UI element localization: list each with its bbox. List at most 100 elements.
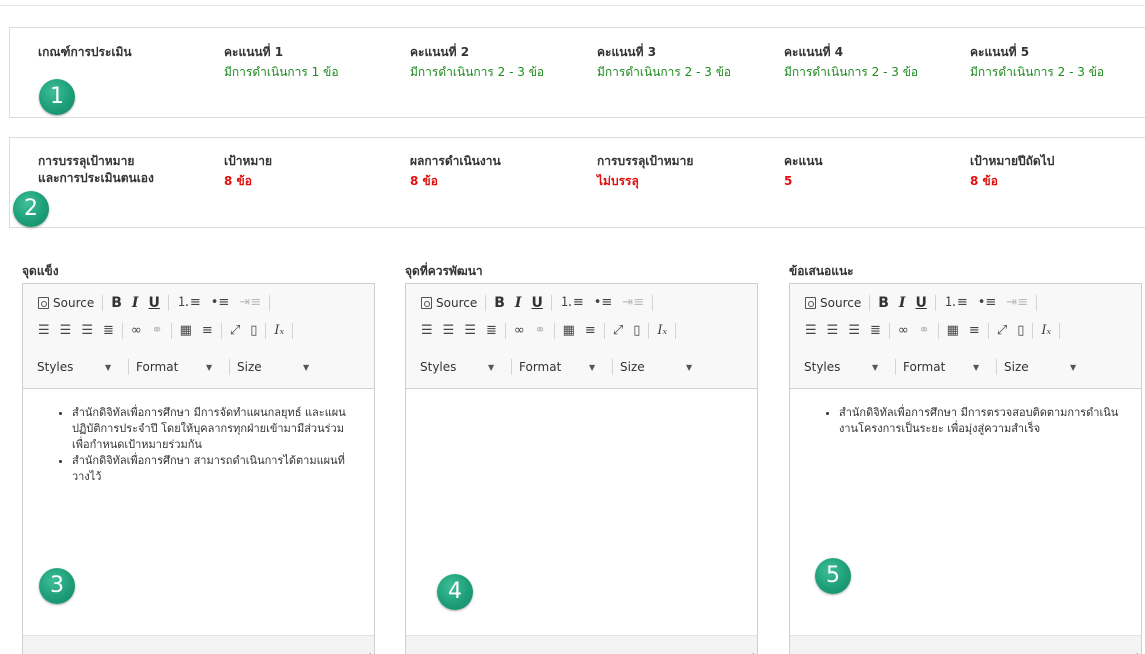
styles-dropdown[interactable]: Styles ▼	[800, 357, 892, 377]
horizontal-line-icon[interactable]: ≡	[964, 321, 985, 341]
assessment-col-title: เป้าหมาย	[224, 154, 273, 168]
styles-label: Styles	[420, 360, 457, 374]
unlink-icon[interactable]: ⚭	[914, 321, 935, 341]
bulleted-list-icon[interactable]: •≡	[973, 293, 1002, 313]
table-icon[interactable]: ▦	[942, 321, 964, 341]
indent-icon[interactable]: ⇥≡	[1001, 293, 1033, 313]
bulleted-list-icon[interactable]: •≡	[589, 293, 618, 313]
assessment-col-value: 8 ข้อ	[410, 174, 438, 188]
size-dropdown[interactable]: Size ▼	[616, 357, 700, 377]
maximize-icon[interactable]: ⤢	[992, 321, 1012, 341]
table-icon[interactable]: ▦	[558, 321, 580, 341]
bullet-list: สำนักดิจิทัลเพื่อการศึกษา มีการจัดทำแผนก…	[58, 405, 352, 485]
format-label: Format	[136, 360, 179, 374]
editor-toolbar: Source B I U ⒈≡ •≡ ⇥≡ ☰ ☰ ☰ ≣ ∞ ⚭ ▦ ≡ ⤢ …	[23, 284, 374, 389]
strengths-editor: Source B I U ⒈≡ •≡ ⇥≡ ☰ ☰ ☰ ≣ ∞ ⚭ ▦ ≡ ⤢ …	[22, 283, 375, 654]
bold-button[interactable]: B	[873, 293, 894, 313]
score-col-3: คะแนนที่ 3 มีการดำเนินการ 2 - 3 ข้อ	[597, 44, 731, 81]
link-icon[interactable]: ∞	[893, 321, 914, 341]
assessment-col-next-target: เป้าหมายปีถัดไป 8 ข้อ	[970, 153, 1054, 190]
size-dropdown[interactable]: Size ▼	[1000, 357, 1084, 377]
remove-format-icon[interactable]: Iₓ	[269, 321, 289, 341]
toolbar-separator	[220, 323, 222, 339]
justify-icon[interactable]: ≣	[98, 321, 119, 341]
underline-button[interactable]: U	[910, 293, 931, 313]
list-item: สำนักดิจิทัลเพื่อการศึกษา มีการตรวจสอบติ…	[839, 405, 1119, 437]
align-right-icon[interactable]: ☰	[76, 321, 98, 341]
chevron-down-icon: ▼	[1070, 362, 1077, 372]
numbered-list-icon[interactable]: ⒈≡	[939, 293, 973, 313]
source-button[interactable]: Source	[800, 293, 866, 313]
align-right-icon[interactable]: ☰	[843, 321, 865, 341]
chevron-down-icon: ▼	[206, 362, 213, 372]
underline-button[interactable]: U	[143, 293, 164, 313]
format-dropdown[interactable]: Format ▼	[132, 357, 226, 377]
chevron-down-icon: ▼	[686, 362, 693, 372]
justify-icon[interactable]: ≣	[865, 321, 886, 341]
list-item: สำนักดิจิทัลเพื่อการศึกษา มีการจัดทำแผนก…	[72, 405, 352, 453]
align-center-icon[interactable]: ☰	[55, 321, 77, 341]
source-icon	[421, 297, 432, 309]
align-right-icon[interactable]: ☰	[459, 321, 481, 341]
assessment-col-title: เป้าหมายปีถัดไป	[970, 154, 1055, 168]
editor-content[interactable]	[406, 390, 757, 654]
remove-format-icon[interactable]: Iₓ	[1036, 321, 1056, 341]
source-button[interactable]: Source	[33, 293, 99, 313]
chevron-down-icon: ▼	[973, 362, 980, 372]
unlink-icon[interactable]: ⚭	[530, 321, 551, 341]
show-blocks-icon[interactable]: ▯	[245, 321, 262, 341]
score-desc: มีการดำเนินการ 2 - 3 ข้อ	[410, 65, 545, 79]
size-label: Size	[620, 360, 645, 374]
editor-content[interactable]: สำนักดิจิทัลเพื่อการศึกษา มีการจัดทำแผนก…	[23, 390, 374, 654]
format-dropdown[interactable]: Format ▼	[515, 357, 609, 377]
italic-button[interactable]: I	[894, 293, 911, 313]
link-icon[interactable]: ∞	[126, 321, 147, 341]
align-left-icon[interactable]: ☰	[800, 321, 822, 341]
align-left-icon[interactable]: ☰	[416, 321, 438, 341]
indent-icon[interactable]: ⇥≡	[617, 293, 649, 313]
assessment-col-value: 8 ข้อ	[970, 174, 998, 188]
numbered-list-icon[interactable]: ⒈≡	[555, 293, 589, 313]
show-blocks-icon[interactable]: ▯	[1012, 321, 1029, 341]
toolbar-separator	[553, 323, 555, 339]
source-button[interactable]: Source	[416, 293, 482, 313]
toolbar-separator	[229, 359, 230, 375]
italic-button[interactable]: I	[127, 293, 144, 313]
bold-button[interactable]: B	[489, 293, 510, 313]
align-left-icon[interactable]: ☰	[33, 321, 55, 341]
bulleted-list-icon[interactable]: •≡	[206, 293, 235, 313]
editor-content[interactable]: สำนักดิจิทัลเพื่อการศึกษา มีการตรวจสอบติ…	[790, 390, 1141, 654]
italic-button[interactable]: I	[510, 293, 527, 313]
indent-icon[interactable]: ⇥≡	[234, 293, 266, 313]
format-dropdown[interactable]: Format ▼	[899, 357, 993, 377]
align-center-icon[interactable]: ☰	[438, 321, 460, 341]
styles-dropdown[interactable]: Styles ▼	[33, 357, 125, 377]
assessment-label-col: การบรรลุเป้าหมาย และการประเมินตนเอง	[38, 153, 154, 187]
bullet-list: สำนักดิจิทัลเพื่อการศึกษา มีการตรวจสอบติ…	[825, 405, 1119, 437]
toolbar-separator	[648, 323, 650, 339]
toolbar-separator	[675, 323, 677, 339]
maximize-icon[interactable]: ⤢	[608, 321, 628, 341]
numbered-list-icon[interactable]: ⒈≡	[172, 293, 206, 313]
justify-icon[interactable]: ≣	[481, 321, 502, 341]
assessment-col-score: คะแนน 5	[784, 153, 823, 190]
source-label: Source	[53, 296, 95, 310]
horizontal-line-icon[interactable]: ≡	[197, 321, 218, 341]
link-icon[interactable]: ∞	[509, 321, 530, 341]
align-center-icon[interactable]: ☰	[822, 321, 844, 341]
bold-button[interactable]: B	[106, 293, 127, 313]
styles-dropdown[interactable]: Styles ▼	[416, 357, 508, 377]
unlink-icon[interactable]: ⚭	[147, 321, 168, 341]
horizontal-line-icon[interactable]: ≡	[580, 321, 601, 341]
step-badge-4: 4	[437, 574, 473, 610]
table-icon[interactable]: ▦	[175, 321, 197, 341]
maximize-icon[interactable]: ⤢	[225, 321, 245, 341]
size-dropdown[interactable]: Size ▼	[233, 357, 317, 377]
toolbar-row: Styles ▼ Format ▼ Size ▼	[33, 357, 317, 377]
underline-button[interactable]: U	[526, 293, 547, 313]
remove-format-icon[interactable]: Iₓ	[652, 321, 672, 341]
toolbar-row: Styles ▼ Format ▼ Size ▼	[800, 357, 1084, 377]
assessment-col-target: เป้าหมาย 8 ข้อ	[224, 153, 272, 190]
size-label: Size	[237, 360, 262, 374]
show-blocks-icon[interactable]: ▯	[628, 321, 645, 341]
